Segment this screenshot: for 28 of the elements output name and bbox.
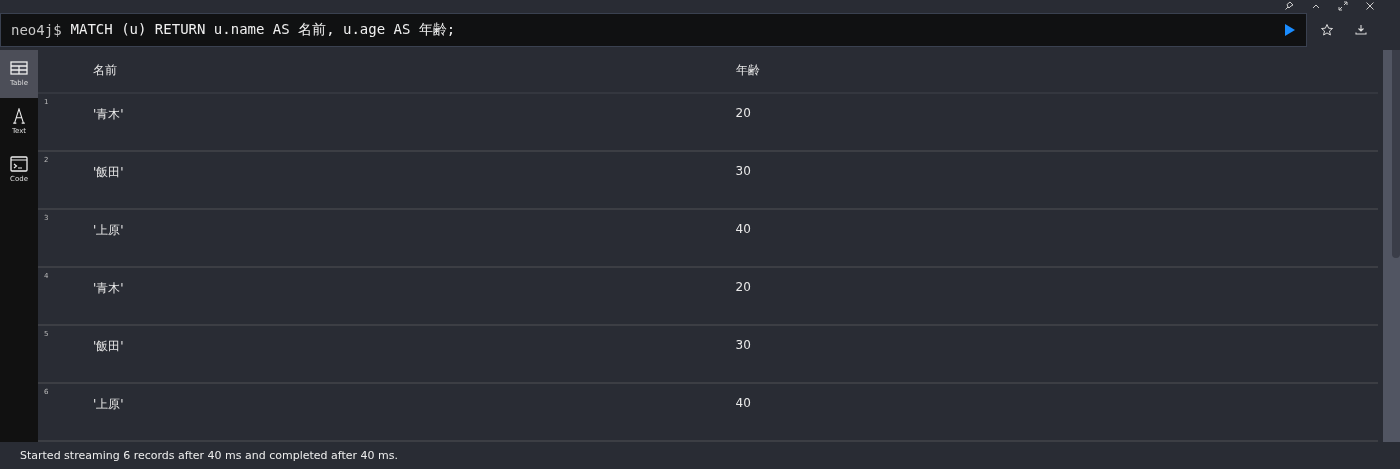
- table-cell-text: 40: [735, 395, 752, 410]
- table-icon: [10, 60, 28, 77]
- run-icon[interactable]: [1284, 23, 1296, 38]
- table-cell-text: '上原': [93, 221, 125, 239]
- table-cell-text: '上原': [93, 395, 125, 413]
- pin-icon[interactable]: [1284, 1, 1294, 11]
- column-header: 年齢: [735, 62, 761, 80]
- table-cell-text: '青木': [93, 279, 125, 297]
- table-cell-text: 20: [735, 105, 752, 120]
- expand-icon[interactable]: [1338, 1, 1348, 11]
- table-cell-text: 30: [735, 337, 752, 352]
- table-cell-text: 20: [735, 279, 752, 294]
- letter-icon: [10, 108, 28, 125]
- table-cell-text: '青木': [93, 105, 125, 123]
- query-editor[interactable]: neo4j$ MATCH (u) RETURN u.name AS 名前, u.age AS 年齢;: [0, 13, 1307, 48]
- column-header: 名前: [93, 62, 118, 80]
- query-text: MATCH (u) RETURN u.name AS 名前, u.age AS 年齢;: [70, 21, 457, 40]
- scrollbar-thumb[interactable]: [1392, 49, 1400, 258]
- download-icon[interactable]: [1354, 23, 1368, 38]
- prompt: neo4j$: [11, 22, 62, 39]
- table-cell-text: 30: [735, 163, 752, 178]
- star-icon[interactable]: [1320, 23, 1334, 38]
- table-cell-text: '飯田': [93, 163, 125, 181]
- terminal-icon: [10, 156, 28, 173]
- table-cell-text: '飯田': [93, 337, 125, 355]
- status-message: Started streaming 6 records after 40 ms and completed after 40 ms.: [20, 448, 398, 462]
- table-cell-text: 40: [735, 221, 752, 236]
- close-icon[interactable]: [1365, 1, 1375, 11]
